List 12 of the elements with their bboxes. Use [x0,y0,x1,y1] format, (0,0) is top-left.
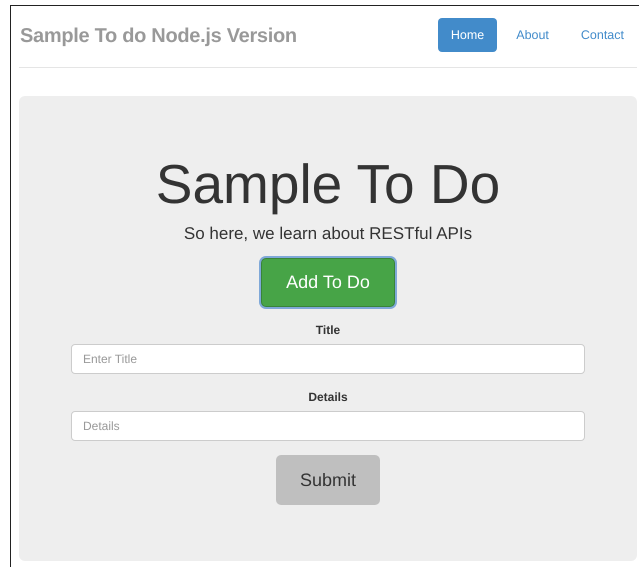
page-heading: Sample To Do [156,152,500,217]
nav-link[interactable]: Home [438,18,498,52]
field-label: Details [308,390,348,404]
submit-button[interactable]: Submit [276,455,380,505]
site-title[interactable]: Sample To do Node.js Version [19,25,297,48]
input-field[interactable]: Enter Title [71,344,585,374]
add-todo-button[interactable]: Add To Do [261,258,395,307]
nav-link[interactable]: Contact [568,18,637,52]
input-field[interactable]: Details [71,411,585,441]
field-label: Title [316,323,340,337]
subtitle: So here, we learn about RESTful APIs [184,223,472,245]
nav-link[interactable]: About [503,18,562,52]
